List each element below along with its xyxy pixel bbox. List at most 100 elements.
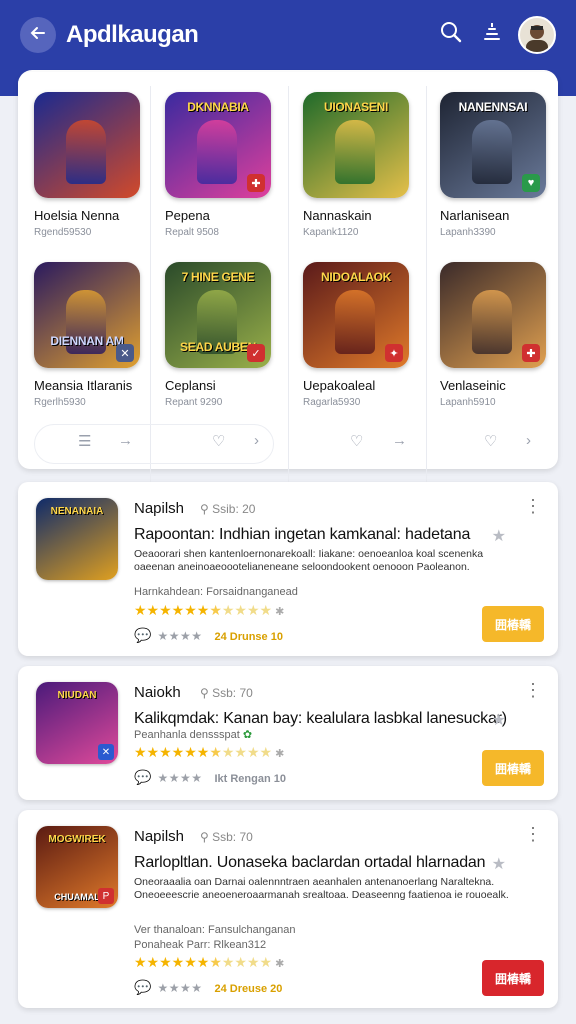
app-thumbnail: MOGWIREK CHUAMAL P	[36, 826, 118, 908]
hero-figure	[472, 120, 512, 184]
comment-icon[interactable]: 💬	[134, 979, 151, 995]
share-arrow-icon[interactable]: →	[118, 432, 133, 449]
hero-figure	[335, 120, 375, 184]
review-count: Ikt Rengan 10	[214, 773, 286, 785]
like-icon[interactable]: ♡	[484, 432, 497, 450]
search-button[interactable]	[437, 20, 465, 48]
app-icon-image: 7 HINE GENE SEAD AUBEN ✓	[165, 262, 271, 368]
page-title: Apdlkaugan	[66, 21, 199, 48]
app-icon-image: DKNNABIA ✚	[165, 92, 271, 198]
developer-info: Ver thanaloan: Fansulchanganan	[134, 924, 296, 936]
app-icon-image: ✚	[440, 262, 546, 368]
review-row: 💬 ★★★★ Ikt Rengan 10	[134, 769, 286, 786]
app-publisher: Ragarla5930	[303, 397, 361, 408]
location-pin-icon: ⚲	[200, 830, 213, 844]
app-title: Rapoontan: Indhian ingetan kamkanal: had…	[134, 526, 471, 543]
app-title: Rarlopltlan. Uonaseka baclardan ortadal …	[134, 854, 486, 871]
hero-figure	[335, 290, 375, 354]
small-rating-icon: ★★★★	[157, 981, 203, 995]
install-button[interactable]: 囲樁轎	[482, 606, 544, 642]
app-tile[interactable]: DKNNABIA ✚ Pepena Repalt 9508	[165, 92, 297, 238]
verified-icon: ✿	[242, 729, 253, 741]
app-name: Narlanisean	[440, 208, 510, 223]
favorite-star-icon[interactable]: ★	[492, 526, 506, 546]
app-icon-image: NIDOALAOK ✦	[303, 262, 409, 368]
install-button[interactable]: 囲樁轎	[482, 750, 544, 786]
app-icon-text: 7 HINE GENE	[181, 270, 255, 284]
app-badge-icon: ✚	[247, 174, 265, 192]
grid-action-pill	[34, 424, 274, 464]
app-publisher: Kapank1120	[303, 227, 359, 238]
review-count: 24 Dreuse 20	[214, 983, 283, 995]
app-thumbnail: NENANAIA	[36, 498, 118, 580]
more-options-icon[interactable]: ⋮	[524, 824, 542, 845]
app-icon-image: UIONASENI	[303, 92, 409, 198]
chart-icon[interactable]: ☰	[78, 432, 91, 450]
app-description: Oeaoorari shen kantenloernonarekoall: Ii…	[134, 548, 484, 573]
favorite-star-icon[interactable]: ★	[492, 710, 506, 730]
avatar[interactable]	[518, 16, 556, 54]
app-icon-text: UIONASENI	[324, 100, 388, 114]
like-icon[interactable]: ♡	[212, 432, 225, 450]
chevron-right-icon[interactable]: ›	[254, 432, 259, 449]
app-badge-icon: ✦	[385, 344, 403, 362]
app-name: Pepena	[165, 208, 210, 223]
thumbnail-text: NIUDAN	[57, 690, 97, 701]
more-options-icon[interactable]: ⋮	[524, 680, 542, 701]
rating-stars: ★★★★★★★★★★★ ✱	[134, 744, 285, 760]
app-tile[interactable]: UIONASENI Nannaskain Kapank1120	[303, 92, 435, 238]
app-publisher: Lapanh3390	[440, 227, 496, 238]
review-count: 24 Drunse 10	[214, 631, 283, 643]
developer-info: Peanhanla denssspat ✿	[134, 729, 253, 741]
list-item[interactable]: MOGWIREK CHUAMAL P Napilsh ⚲ Ssb: 70 ⋮ R…	[18, 810, 558, 1008]
more-options-icon[interactable]: ⋮	[524, 496, 542, 517]
review-row: 💬 ★★★★ 24 Drunse 10	[134, 627, 283, 644]
location-meta: ⚲ Ssb: 70	[200, 830, 253, 844]
app-publisher: Rgend59530	[34, 227, 92, 238]
app-publisher: Lapanh5910	[440, 397, 496, 408]
hero-figure	[66, 120, 106, 184]
share-arrow-icon[interactable]: →	[392, 432, 407, 449]
app-description: Oneoraaalia oan Darnai oalennntraen aean…	[134, 876, 509, 901]
app-tile[interactable]: NANENNSAI ♥ Narlanisean Lapanh3390	[440, 92, 572, 238]
app-badge-icon: ✕	[116, 344, 134, 362]
app-tile[interactable]: NIDOALAOK ✦ Uepakoaleal Ragarla5930	[303, 262, 435, 408]
list-item[interactable]: NENANAIA Napilsh ⚲ Ssib: 20 ⋮ Rapoontan:…	[18, 482, 558, 656]
app-icon-text: NANENNSAI	[458, 100, 528, 114]
publisher-name: Naiokh	[134, 684, 181, 701]
comment-icon[interactable]: 💬	[134, 769, 151, 785]
app-tile[interactable]: ✚ Venlaseinic Lapanh5910	[440, 262, 572, 408]
app-tile[interactable]: DIENNAN AM ✕ Meansia Itlaranis Rgerlh593…	[34, 262, 166, 408]
app-tile[interactable]: 7 HINE GENE SEAD AUBEN ✓ Ceplansi Repant…	[165, 262, 297, 408]
app-tile[interactable]: Hoelsia Nenna Rgend59530	[34, 92, 166, 238]
app-publisher: Rgerlh5930	[34, 397, 86, 408]
list-item[interactable]: NIUDAN ✕ Naiokh ⚲ Ssb: 70 ⋮ Kalikqmdak: …	[18, 666, 558, 800]
comment-icon[interactable]: ♡	[350, 432, 363, 450]
app-icon-image	[34, 92, 140, 198]
app-publisher: Repant 9290	[165, 397, 223, 408]
back-button[interactable]	[20, 17, 56, 53]
location-pin-icon: ⚲	[200, 502, 213, 516]
rating-stars: ★★★★★★★★★★★ ✱	[134, 954, 285, 970]
sort-button[interactable]	[478, 20, 506, 48]
app-title: Kalikqmdak: Kanan bay: kealulara lasbkal…	[134, 710, 507, 727]
app-name: Hoelsia Nenna	[34, 208, 120, 223]
small-rating-icon: ★★★★	[157, 629, 203, 643]
app-icon-text: DKNNABIA	[187, 100, 249, 114]
app-name: Venlaseinic	[440, 378, 506, 393]
app-icon-image: DIENNAN AM ✕	[34, 262, 140, 368]
thumbnail-text: MOGWIREK	[48, 834, 106, 845]
developer-info: Harnkahdean: Forsaidnanganead	[134, 586, 298, 598]
developer-info-secondary: Ponaheak Parr: Rlkean312	[134, 939, 267, 951]
thumbnail-badge-icon: P	[98, 888, 114, 904]
favorite-star-icon[interactable]: ★	[492, 854, 506, 874]
chevron-right-icon[interactable]: ›	[526, 432, 531, 449]
app-thumbnail: NIUDAN ✕	[36, 682, 118, 764]
app-name: Meansia Itlaranis	[34, 378, 133, 393]
app-name: Nannaskain	[303, 208, 372, 223]
publisher-name: Napilsh	[134, 828, 185, 845]
location-meta: ⚲ Ssb: 70	[200, 686, 253, 700]
install-button[interactable]: 囲樁轎	[482, 960, 544, 996]
publisher-name: Napilsh	[134, 500, 185, 517]
comment-icon[interactable]: 💬	[134, 627, 151, 643]
